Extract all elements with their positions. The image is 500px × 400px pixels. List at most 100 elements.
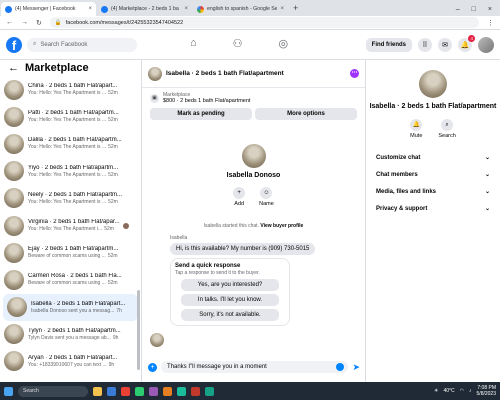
conversation-preview: You: Hello: Yes The Apartment is ...	[28, 117, 107, 124]
clock[interactable]: 7:08 PM 5/8/2023	[477, 385, 496, 397]
avatar[interactable]	[419, 70, 447, 98]
info-icon[interactable]: ⋯	[350, 69, 359, 78]
app-icon[interactable]	[163, 386, 172, 396]
conversation-text: China · 2 beds 1 bath Flat/apart... You: …	[28, 83, 137, 96]
list-item[interactable]: Carmen Rosa · 2 beds 1 bath Fla... Beware…	[0, 266, 141, 293]
wifi-icon[interactable]: ◠	[460, 388, 464, 394]
profile-actions: + Add ☺ Name	[142, 187, 365, 207]
close-window-icon[interactable]: ×	[488, 6, 492, 13]
list-item[interactable]: Neely · 2 beds 1 bath Flat/apartm... You:…	[0, 185, 141, 212]
chat-title[interactable]: Isabella · 2 beds 1 bath Flat/apartment	[166, 70, 346, 77]
center-nav: ⌂ ⚇ ◎	[190, 37, 288, 50]
more-options-button[interactable]: More options	[255, 108, 357, 120]
avatar[interactable]	[148, 66, 162, 81]
emoji-icon[interactable]	[336, 363, 345, 371]
file-explorer-icon[interactable]	[93, 386, 102, 396]
scrollbar[interactable]	[137, 290, 140, 370]
new-tab-button[interactable]: +	[288, 2, 303, 16]
send-icon[interactable]: ➤	[352, 362, 360, 373]
browser-tab-marketplace[interactable]: (4) Marketplace - 2 beds 1 ba ×	[97, 2, 192, 16]
taskbar-search[interactable]: Search	[18, 385, 88, 397]
conversation-text: Patti · 2 beds 1 bath Flat/apartm... You:…	[28, 110, 137, 123]
avatar[interactable]	[241, 144, 266, 168]
reload-icon[interactable]: ↻	[36, 19, 42, 27]
menu-dots-icon[interactable]: ⋮	[487, 19, 494, 27]
list-item[interactable]: Ejay · 2 beds 1 bath Flat/apartm... Bewar…	[0, 239, 141, 266]
message-group: Isabella Hi, is this available? My numbe…	[142, 235, 365, 326]
quick-response-subtitle: Tap a response to send it to the buyer.	[175, 270, 260, 276]
close-icon[interactable]: ×	[184, 6, 188, 12]
menu-chat-members[interactable]: Chat members ⌄	[366, 166, 500, 183]
avatar	[7, 297, 27, 318]
list-item[interactable]: Aryan · 2 beds 1 bath Flat/apart... You: …	[0, 348, 141, 375]
tab-title: (4) Messenger | Facebook	[15, 6, 76, 12]
app-icon[interactable]	[135, 386, 144, 396]
add-button[interactable]: + Add	[233, 187, 246, 207]
message-input[interactable]: Thanks I"ll message you in a moment	[161, 361, 349, 373]
groups-icon[interactable]: ⚇	[233, 37, 243, 50]
notifications-icon[interactable]: 🔔 4	[458, 35, 475, 52]
url-field[interactable]: 🔒 facebook.com/messages/t/24255323547404…	[49, 17, 479, 28]
find-friends-button[interactable]: Find friends	[365, 38, 412, 52]
conversation-time: 7h	[116, 307, 122, 314]
lock-icon: 🔒	[54, 19, 62, 26]
close-icon[interactable]: ×	[88, 6, 92, 12]
browser-tab-google[interactable]: english to spanish - Google Se ×	[193, 2, 288, 16]
gaming-icon[interactable]: ◎	[279, 37, 289, 50]
info-actions: 🔔 Mute ⌕ Search	[366, 119, 500, 139]
mute-button[interactable]: 🔔 Mute	[410, 119, 422, 139]
facebook-search-input[interactable]: ⌕ Search Facebook	[27, 37, 137, 52]
list-item[interactable]: Yiyo · 2 beds 1 bath Flat/apartm... You: …	[0, 158, 141, 185]
home-icon[interactable]: ⌂	[190, 37, 197, 50]
app-icon[interactable]	[149, 386, 158, 396]
back-icon[interactable]: ←	[6, 19, 13, 26]
maximize-icon[interactable]: □	[472, 6, 476, 13]
avatar[interactable]	[478, 37, 494, 53]
chrome-icon[interactable]	[121, 386, 130, 396]
mark-as-pending-button[interactable]: Mark as pending	[150, 108, 252, 120]
menu-customize-chat[interactable]: Customize chat ⌄	[366, 149, 500, 166]
menu-media-files-links[interactable]: Media, files and links ⌄	[366, 183, 500, 200]
conversation-preview-row: You: Hello: Yes The Apartment is ... 52m	[28, 117, 137, 123]
list-item[interactable]: China · 2 beds 1 bath Flat/apart... You: …	[0, 76, 141, 103]
quick-response-option[interactable]: Sorry, it's not available.	[181, 309, 279, 321]
avatar	[4, 133, 24, 154]
minimize-icon[interactable]: –	[456, 6, 460, 13]
app-icon[interactable]	[191, 386, 200, 396]
list-item[interactable]: Isabella · 2 beds 1 bath Flat/apart... Is…	[3, 293, 138, 321]
conversation-text: Dalila · 2 beds 1 bath Flat/apartm... You…	[28, 137, 137, 150]
name-button[interactable]: ☺ Name	[259, 187, 274, 207]
view-buyer-profile-link[interactable]: View buyer profile	[260, 223, 303, 229]
weather-text: 40°C	[443, 388, 455, 394]
back-arrow-icon[interactable]: ←	[8, 62, 19, 74]
windows-start-icon[interactable]	[4, 386, 13, 396]
menu-grid-icon[interactable]: ⠿	[418, 38, 432, 52]
conversation-preview: Beware of common scams using ...	[28, 280, 106, 287]
weather-icon[interactable]: ☀	[434, 388, 438, 394]
messenger-icon[interactable]: ✉	[438, 38, 452, 52]
search-placeholder: Search Facebook	[40, 41, 88, 48]
browser-tab-messenger[interactable]: (4) Messenger | Facebook ×	[1, 2, 96, 16]
list-item[interactable]: Dalila · 2 beds 1 bath Flat/apartm... You…	[0, 130, 141, 157]
listing-title: $800 · 2 beds 1 bath Flat/apartment	[163, 98, 251, 104]
app-icon[interactable]	[177, 386, 186, 396]
list-item[interactable]: Virginia · 2 beds 1 bath Flat/apar... You…	[0, 212, 141, 239]
close-icon[interactable]: ×	[280, 6, 284, 12]
quick-response-option[interactable]: Yes, are you interested?	[181, 279, 279, 291]
chat-profile: Isabella Donoso + Add ☺ Name	[142, 144, 365, 207]
volume-icon[interactable]: ♪	[469, 388, 472, 394]
marketplace-listing[interactable]: ▣ Marketplace $800 · 2 beds 1 bath Flat/…	[142, 88, 365, 104]
forward-icon[interactable]: →	[21, 19, 28, 26]
list-item[interactable]: Tylyn · 2 beds 1 bath Flat/apartm... Tyly…	[0, 321, 141, 348]
search-button[interactable]: ⌕ Search	[438, 119, 456, 139]
facebook-logo-icon[interactable]: f	[6, 36, 22, 53]
conversation-preview: Tylyn Davis sent you a message ab...	[28, 334, 111, 341]
list-item[interactable]: Patti · 2 beds 1 bath Flat/apartm... You:…	[0, 103, 141, 130]
conversation-text: Ejay · 2 beds 1 bath Flat/apartm... Bewar…	[28, 246, 137, 259]
edge-icon[interactable]	[107, 386, 116, 396]
plus-icon[interactable]: +	[148, 362, 157, 372]
menu-privacy-support[interactable]: Privacy & support ⌄	[366, 200, 500, 217]
conversation-preview: You: Hello: Yes The Apartment i...	[28, 226, 103, 233]
quick-response-option[interactable]: In talks. I'll let you know.	[181, 294, 279, 306]
app-icon[interactable]	[205, 386, 214, 396]
